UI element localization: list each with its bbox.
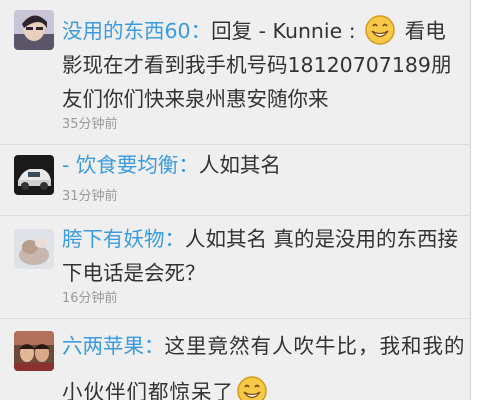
avatar[interactable] [14, 155, 54, 195]
comment-item[interactable]: 胯下有妖物：人如其名 真的是没用的东西接下电话是会死？ 16分钟前 [0, 216, 471, 320]
comment-username[interactable]: 胯下有妖物 [62, 227, 165, 251]
comment-text: 人如其名 [198, 153, 281, 177]
comment-time: 31分钟前 [62, 189, 118, 204]
smile-emoji-icon [364, 14, 396, 46]
username-separator: ： [190, 19, 212, 43]
comment-time: 16分钟前 [62, 291, 118, 306]
comment-time: 35分钟前 [62, 117, 118, 132]
avatar[interactable] [14, 10, 54, 50]
comment-item[interactable]: - 饮食要均衡：人如其名 31分钟前 [0, 145, 471, 215]
username-separator: ： [164, 227, 186, 251]
comment-content: 没用的东西60：回复 - Kunnie : 看电影现在才看到我手机号码18120… [62, 14, 466, 116]
scrollbar[interactable] [471, 0, 479, 400]
comment-item[interactable]: 六两苹果：这里竟然有人吹牛比，我和我的小伙伴们都惊呆了 [0, 319, 471, 400]
comment-content: - 饮食要均衡：人如其名 [62, 148, 466, 182]
username-separator: ： [178, 153, 199, 177]
comment-content: 六两苹果：这里竟然有人吹牛比，我和我的小伙伴们都惊呆了 [62, 323, 466, 400]
comment-text: 回复 - Kunnie : [211, 19, 363, 43]
comment-username[interactable]: 没用的东西60 [62, 19, 191, 43]
comment-username[interactable]: 六两苹果 [62, 334, 144, 358]
comment-content: 胯下有妖物：人如其名 真的是没用的东西接下电话是会死？ [62, 222, 466, 290]
comment-username[interactable]: - 饮食要均衡 [62, 153, 178, 177]
avatar[interactable] [14, 229, 54, 269]
comment-feed: 没用的东西60：回复 - Kunnie : 看电影现在才看到我手机号码18120… [0, 0, 471, 400]
smile-emoji-icon [236, 375, 268, 400]
comment-item[interactable]: 没用的东西60：回复 - Kunnie : 看电影现在才看到我手机号码18120… [0, 0, 471, 144]
username-separator: ： [144, 334, 165, 358]
avatar[interactable] [14, 331, 54, 371]
